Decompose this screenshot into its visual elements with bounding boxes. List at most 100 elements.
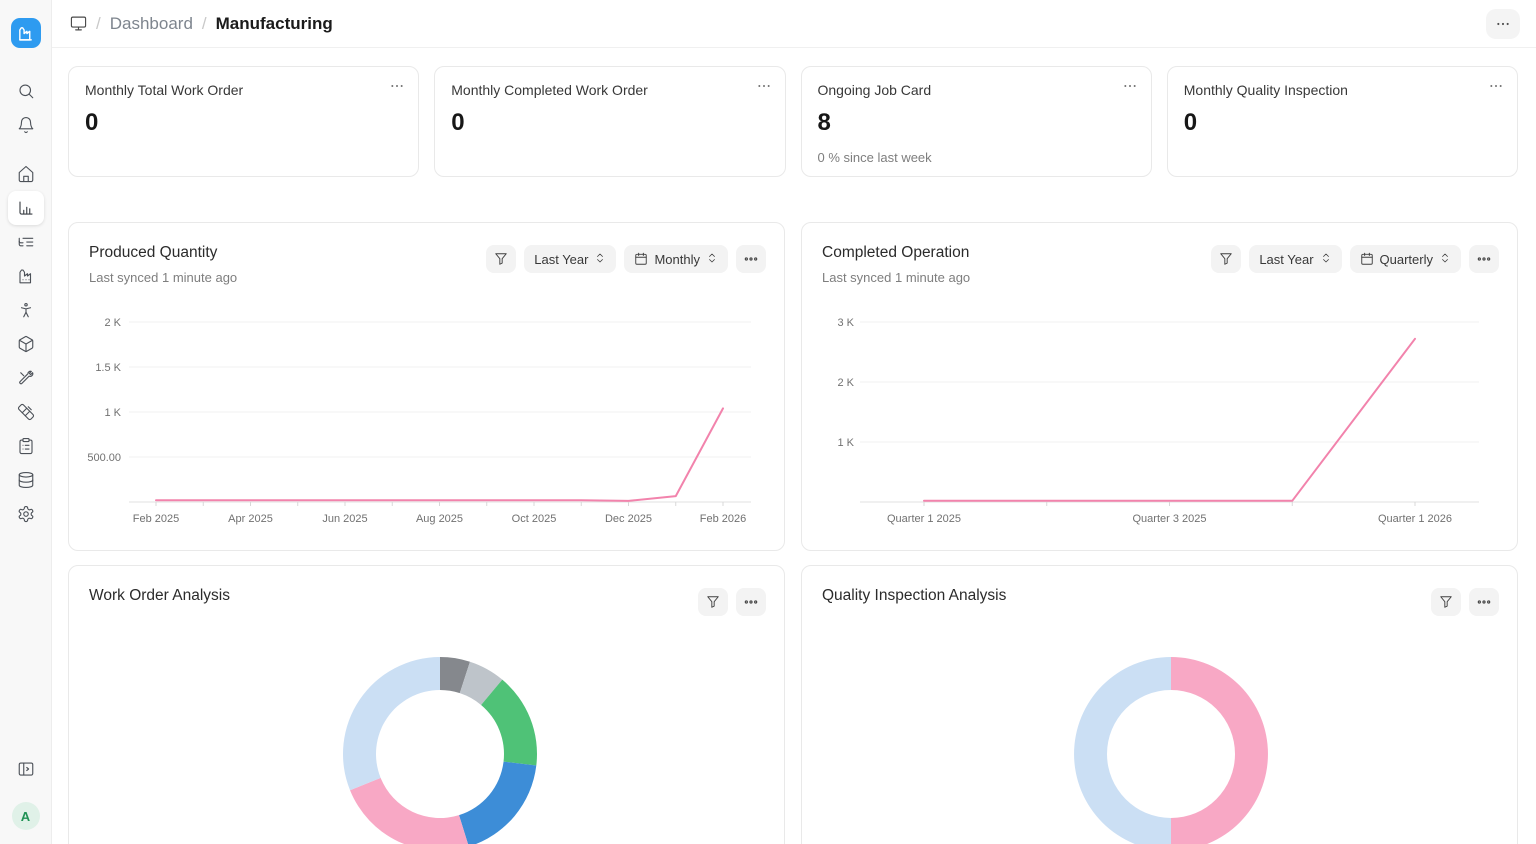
dashboard-content: Monthly Total Work Order 0 Monthly Compl… xyxy=(52,48,1536,844)
quality-inspection-analysis-card: Quality Inspection Analysis xyxy=(801,565,1518,844)
stat-title: Monthly Total Work Order xyxy=(85,82,402,98)
filter-button[interactable] xyxy=(1211,245,1241,273)
svg-text:Aug 2025: Aug 2025 xyxy=(416,513,463,525)
person-icon[interactable] xyxy=(8,293,44,327)
breadcrumb-separator: / xyxy=(96,14,101,34)
stat-value: 0 xyxy=(85,109,402,137)
granularity-select[interactable]: Monthly xyxy=(624,245,728,273)
breadcrumb-dashboard[interactable]: Dashboard xyxy=(110,14,193,34)
more-options-icon xyxy=(389,78,405,94)
breadcrumb-separator: / xyxy=(202,14,207,34)
filter-button[interactable] xyxy=(698,588,728,616)
chevrons-up-down-icon xyxy=(706,252,718,264)
package-icon[interactable] xyxy=(8,327,44,361)
svg-text:Feb 2025: Feb 2025 xyxy=(133,513,179,525)
svg-text:1 K: 1 K xyxy=(837,437,854,449)
funnel-icon xyxy=(1219,252,1233,266)
user-avatar[interactable]: A xyxy=(12,802,40,830)
granularity-value: Monthly xyxy=(654,252,700,267)
svg-text:Quarter 1 2026: Quarter 1 2026 xyxy=(1378,513,1452,525)
svg-text:Quarter 3 2025: Quarter 3 2025 xyxy=(1133,513,1207,525)
calendar-icon xyxy=(1360,252,1374,266)
design-tools-icon[interactable] xyxy=(8,395,44,429)
funnel-icon xyxy=(706,595,720,609)
card-more-button[interactable] xyxy=(1122,78,1138,99)
sidebar: A xyxy=(0,0,52,844)
bar-chart-icon[interactable] xyxy=(8,191,44,225)
svg-text:Apr 2025: Apr 2025 xyxy=(228,513,273,525)
produced-quantity-chart-card: Produced Quantity Last synced 1 minute a… xyxy=(68,222,785,551)
svg-text:Feb 2026: Feb 2026 xyxy=(700,513,746,525)
list-tree-icon[interactable] xyxy=(8,225,44,259)
calendar-icon xyxy=(634,252,648,266)
more-options-icon xyxy=(1476,594,1492,610)
svg-text:500.00: 500.00 xyxy=(87,452,121,464)
svg-text:2 K: 2 K xyxy=(837,377,854,389)
stat-title: Monthly Completed Work Order xyxy=(451,82,768,98)
chart-more-button[interactable] xyxy=(1469,588,1499,616)
chart-title: Quality Inspection Analysis xyxy=(822,587,1006,605)
work-order-analysis-card: Work Order Analysis xyxy=(68,565,785,844)
chevrons-up-down-icon xyxy=(1439,252,1451,264)
svg-text:1 K: 1 K xyxy=(104,407,121,419)
topbar-more-button[interactable] xyxy=(1486,9,1520,39)
stat-value: 8 xyxy=(818,109,1135,137)
tools-icon[interactable] xyxy=(8,361,44,395)
settings-icon[interactable] xyxy=(8,497,44,531)
funnel-icon xyxy=(494,252,508,266)
svg-text:2 K: 2 K xyxy=(104,317,121,329)
svg-text:Quarter 1 2025: Quarter 1 2025 xyxy=(887,513,961,525)
stat-cards-row: Monthly Total Work Order 0 Monthly Compl… xyxy=(68,66,1518,177)
more-options-icon xyxy=(756,78,772,94)
stat-value: 0 xyxy=(451,109,768,137)
chevrons-up-down-icon xyxy=(594,252,606,264)
topbar: / Dashboard / Manufacturing xyxy=(52,0,1536,48)
more-options-icon xyxy=(1488,78,1504,94)
bell-icon[interactable] xyxy=(8,108,44,142)
panel-toggle-icon[interactable] xyxy=(8,752,44,786)
stat-title: Ongoing Job Card xyxy=(818,82,1135,98)
line-charts-row: Produced Quantity Last synced 1 minute a… xyxy=(68,222,1518,551)
more-options-icon xyxy=(743,594,759,610)
card-more-button[interactable] xyxy=(756,78,772,99)
stat-title: Monthly Quality Inspection xyxy=(1184,82,1501,98)
database-icon[interactable] xyxy=(8,463,44,497)
filter-button[interactable] xyxy=(486,245,516,273)
chart-title: Completed Operation xyxy=(822,244,970,262)
completed-operation-chart-card: Completed Operation Last synced 1 minute… xyxy=(801,222,1518,551)
time-range-value: Last Year xyxy=(534,252,588,267)
card-more-button[interactable] xyxy=(389,78,405,99)
svg-text:Oct 2025: Oct 2025 xyxy=(512,513,557,525)
card-more-button[interactable] xyxy=(1488,78,1504,99)
stat-card-monthly-quality-inspection: Monthly Quality Inspection 0 xyxy=(1167,66,1518,177)
app-logo[interactable] xyxy=(11,18,41,48)
stat-card-ongoing-job-card: Ongoing Job Card 8 0 % since last week xyxy=(801,66,1152,177)
svg-text:3 K: 3 K xyxy=(837,317,854,329)
filter-button[interactable] xyxy=(1431,588,1461,616)
svg-text:Dec 2025: Dec 2025 xyxy=(605,513,652,525)
chart-more-button[interactable] xyxy=(736,245,766,273)
last-synced-label: Last synced 1 minute ago xyxy=(822,270,970,285)
clipboard-icon[interactable] xyxy=(8,429,44,463)
chevrons-up-down-icon xyxy=(1320,252,1332,264)
more-options-icon xyxy=(743,251,759,267)
breadcrumb: / Dashboard / Manufacturing xyxy=(70,14,333,34)
analysis-charts-row: Work Order Analysis Quality Inspection A… xyxy=(68,565,1518,844)
more-options-icon xyxy=(1495,16,1511,32)
factory-logo-icon xyxy=(17,25,34,42)
page-title: Manufacturing xyxy=(216,14,333,34)
chart-title: Work Order Analysis xyxy=(89,587,230,605)
funnel-icon xyxy=(1439,595,1453,609)
home-icon[interactable] xyxy=(8,157,44,191)
svg-text:Jun 2025: Jun 2025 xyxy=(322,513,367,525)
factory-icon[interactable] xyxy=(8,259,44,293)
chart-more-button[interactable] xyxy=(736,588,766,616)
time-range-select[interactable]: Last Year xyxy=(1249,245,1341,273)
search-icon[interactable] xyxy=(8,74,44,108)
time-range-select[interactable]: Last Year xyxy=(524,245,616,273)
chart-more-button[interactable] xyxy=(1469,245,1499,273)
stat-subtitle: 0 % since last week xyxy=(818,150,1135,165)
granularity-select[interactable]: Quarterly xyxy=(1350,245,1461,273)
granularity-value: Quarterly xyxy=(1380,252,1433,267)
stat-card-monthly-completed-work-order: Monthly Completed Work Order 0 xyxy=(434,66,785,177)
